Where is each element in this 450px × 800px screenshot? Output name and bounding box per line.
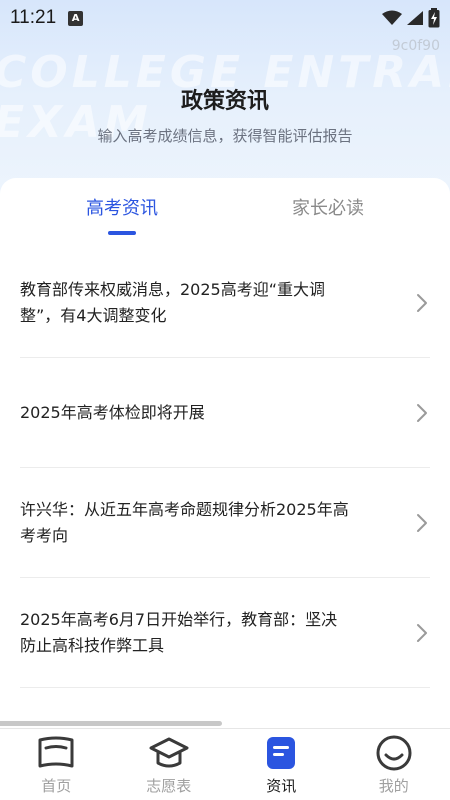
nav-label: 我的 xyxy=(378,777,409,795)
article-title: 2025年高考6月7日开始举行，教育部：坚决防止高科技作弊工具 xyxy=(20,609,338,655)
battery-icon xyxy=(428,8,440,28)
article-title: 教育部传来权威消息，2025高考迎“重大调整”，有4大调整变化 xyxy=(20,279,326,325)
article-title: 2025年高考体检即将开展 xyxy=(20,402,205,422)
nav-label: 资讯 xyxy=(266,777,297,795)
home-book-icon xyxy=(36,735,76,771)
list-item[interactable]: 2025年高考6月7日开始举行，教育部：坚决防止高科技作弊工具 xyxy=(20,578,430,688)
header-code: 9c0f90 xyxy=(391,38,440,54)
page-title: 政策资讯 xyxy=(180,89,269,114)
list-item[interactable]: 许兴华：从近五年高考命题规律分析2025年高考考向 xyxy=(20,468,430,578)
signal-icon xyxy=(407,11,423,25)
nav-item-mine[interactable]: 我的 xyxy=(338,729,450,800)
status-indicators xyxy=(382,8,440,28)
content-card: 高考资讯 家长必读 教育部传来权威消息，2025高考迎“重大调整”，有4大调整变… xyxy=(0,178,450,738)
nav-label: 志愿表 xyxy=(146,777,192,795)
graduation-cap-icon xyxy=(149,735,189,771)
chevron-right-icon xyxy=(417,623,427,642)
tab-parents-must-read[interactable]: 家长必读 xyxy=(248,194,408,220)
status-bar: 11:21 A xyxy=(0,0,450,36)
tab-gaokao-news[interactable]: 高考资讯 xyxy=(42,194,202,220)
page-subtitle: 输入高考成绩信息，获得智能评估报告 xyxy=(97,127,353,145)
horizontal-scrollbar[interactable] xyxy=(0,721,222,726)
chevron-right-icon xyxy=(417,513,427,532)
news-doc-icon xyxy=(261,735,301,771)
list-item[interactable]: 2025年高考体检即将开展 xyxy=(20,358,430,468)
notification-app-icon: A xyxy=(68,10,84,26)
article-title: 许兴华：从近五年高考命题规律分析2025年高考考向 xyxy=(20,499,349,545)
nav-item-home[interactable]: 首页 xyxy=(0,729,113,800)
chevron-right-icon xyxy=(417,403,427,422)
nav-item-volunteer-form[interactable]: 志愿表 xyxy=(113,729,226,800)
active-tab-indicator xyxy=(108,231,136,235)
status-time: 11:21 xyxy=(10,7,57,28)
tab-bar: 高考资讯 家长必读 xyxy=(0,194,450,244)
chevron-right-icon xyxy=(417,293,427,312)
bottom-nav: 首页 志愿表 资讯 我的 xyxy=(0,728,450,800)
list-item[interactable]: 教育部传来权威消息，2025高考迎“重大调整”，有4大调整变化 xyxy=(20,248,430,358)
article-list: 教育部传来权威消息，2025高考迎“重大调整”，有4大调整变化 2025年高考体… xyxy=(20,248,430,688)
smile-face-icon xyxy=(374,735,414,771)
nav-label: 首页 xyxy=(41,777,72,795)
wifi-icon xyxy=(382,10,402,25)
nav-item-news[interactable]: 资讯 xyxy=(225,729,338,800)
